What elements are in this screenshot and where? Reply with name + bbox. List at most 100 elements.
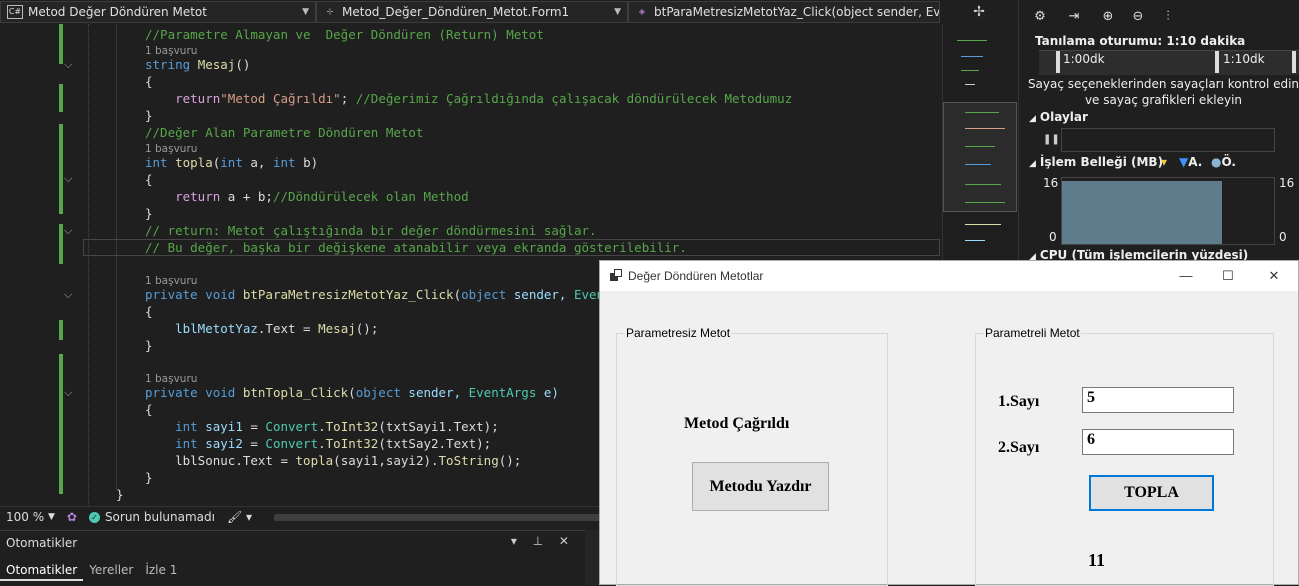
code-line: //Parametre Almayan ve Değer Döndüren (R… xyxy=(145,27,544,42)
memory-usage-area xyxy=(1062,181,1222,244)
class-dropdown[interactable]: ⊹ Metod_Değer_Döndüren_Metot.Form1 ▼ xyxy=(316,1,628,23)
zoom-in-icon[interactable]: ⊕ xyxy=(1099,9,1117,24)
app-window-title: Değer Döndüren Metotlar xyxy=(628,269,764,283)
close-button[interactable]: ✕ xyxy=(1254,265,1294,287)
change-marker xyxy=(59,84,63,112)
issues-indicator[interactable]: ✓ Sorun bulunamadı xyxy=(83,510,221,524)
indent-guide xyxy=(116,24,117,489)
fold-chevron-icon[interactable]: ⌵ xyxy=(64,288,72,302)
project-name: Metod Değer Döndüren Metot xyxy=(28,5,207,19)
class-name: Metod_Değer_Döndüren_Metot.Form1 xyxy=(342,5,570,19)
session-duration: Tanılama oturumu: 1:10 dakika xyxy=(1035,34,1246,48)
fold-chevron-icon[interactable]: ⌵ xyxy=(64,172,72,186)
code-line: // return: Metot çalıştığında bir değer … xyxy=(145,223,597,238)
adjacent-panel-edge xyxy=(585,530,600,585)
minimap-viewport[interactable] xyxy=(943,102,1017,212)
code-line: { xyxy=(145,402,153,417)
code-line: } xyxy=(145,470,153,485)
code-line: { xyxy=(145,74,153,89)
chevron-down-icon: ▼ xyxy=(614,7,621,17)
code-line: int sayi2 = Convert.ToInt32(txtSay2.Text… xyxy=(175,436,492,451)
timeline-label: 1:00dk xyxy=(1063,52,1105,66)
reference-count[interactable]: 1 başvuru xyxy=(145,373,197,385)
copilot-icon[interactable]: ✿ xyxy=(61,510,83,524)
code-line: } xyxy=(145,206,153,221)
code-line: } xyxy=(145,338,153,353)
events-section-header[interactable]: ◢ Olaylar xyxy=(1029,110,1088,124)
code-line: private void btParaMetresizMetotYaz_Clic… xyxy=(145,287,605,302)
fold-chevron-icon[interactable]: ⌵ xyxy=(64,386,72,400)
project-dropdown[interactable]: C# Metod Değer Döndüren Metot ▼ xyxy=(0,1,316,23)
groupbox-parameterized: Parametreli Metot xyxy=(975,326,1274,586)
events-track[interactable] xyxy=(1061,128,1275,152)
export-icon[interactable]: ⇥ xyxy=(1065,9,1083,24)
diagnostic-toolbar: ⚙ ⇥ ⊕ ⊖ ⫶ xyxy=(1019,0,1299,32)
panel-controls[interactable]: ▾ ⊥ ✕ xyxy=(511,534,575,548)
y-axis-min-left: 0 xyxy=(1049,230,1057,244)
code-line: int topla(int a, int b) xyxy=(145,155,319,170)
pause-icon[interactable]: ❚❚ xyxy=(1043,134,1060,145)
zoom-out-icon[interactable]: ⊖ xyxy=(1129,9,1147,24)
code-line: lblSonuc.Text = topla(sayi1,sayi2).ToStr… xyxy=(175,453,522,468)
result-label: Metod Çağrıldı xyxy=(684,415,790,432)
timeline-tick xyxy=(1215,51,1219,73)
split-editor-icon[interactable]: ✢ xyxy=(940,0,1018,24)
tab-locals[interactable]: Yereller xyxy=(83,561,139,581)
groupbox-label: Parametreli Metot xyxy=(984,326,1081,340)
write-method-button[interactable]: Metodu Yazdır xyxy=(692,462,829,511)
number2-input[interactable]: 6 xyxy=(1082,429,1234,455)
fold-chevron-icon[interactable]: ⌵ xyxy=(64,58,72,72)
app-window: Değer Döndüren Metotlar — ☐ ✕ Parametres… xyxy=(599,260,1299,586)
class-icon: ⊹ xyxy=(326,7,334,16)
autos-panel-title: Otomatikler xyxy=(6,536,78,550)
number1-input[interactable]: 5 xyxy=(1082,387,1234,413)
tab-autos[interactable]: Otomatikler xyxy=(0,561,84,581)
change-marker xyxy=(59,354,63,494)
cleanup-brush-icon[interactable]: 🖌︎ ▾ xyxy=(221,510,258,524)
memory-chart[interactable] xyxy=(1061,177,1275,245)
zoom-level[interactable]: 100 % ▼ xyxy=(0,510,61,524)
code-line: { xyxy=(145,304,153,319)
tab-watch-1[interactable]: İzle 1 xyxy=(139,561,183,581)
circle-marker-icon: ● xyxy=(1211,155,1222,169)
y-axis-max-right: 16 xyxy=(1279,176,1295,190)
minimize-button[interactable]: — xyxy=(1166,265,1206,287)
code-line: return"Metod Çağrıldı"; //Değerimiz Çağr… xyxy=(175,91,793,106)
legend-gc: ▾ xyxy=(1161,155,1167,169)
chart-settings-icon[interactable]: ⫶ xyxy=(1159,9,1177,24)
member-dropdown[interactable]: ◈ btParaMetresizMetotYaz_Click(object se… xyxy=(628,1,940,23)
timeline-tick xyxy=(1292,51,1296,73)
snapshot-marker-icon: ▼ xyxy=(1179,155,1189,169)
app-window-icon xyxy=(610,269,622,281)
session-timeline[interactable]: 1:00dk 1:10dk xyxy=(1039,50,1299,75)
csharp-project-icon: C# xyxy=(7,5,23,19)
change-marker xyxy=(59,320,63,340)
y-axis-max-left: 16 xyxy=(1043,176,1059,190)
change-marker xyxy=(59,124,63,214)
autos-panel: Otomatikler ▾ ⊥ ✕ Otomatikler Yereller İ… xyxy=(0,530,585,586)
memory-section-header[interactable]: ◢ İşlem Belleği (MB) xyxy=(1029,155,1163,169)
app-titlebar[interactable]: Değer Döndüren Metotlar — ☐ ✕ xyxy=(600,261,1298,291)
reference-count[interactable]: 1 başvuru xyxy=(145,275,197,287)
reference-count[interactable]: 1 başvuru xyxy=(145,45,197,57)
gc-marker-icon: ▾ xyxy=(1161,155,1168,169)
code-line: private void btnTopla_Click(object sende… xyxy=(145,385,559,400)
y-axis-min-right: 0 xyxy=(1279,230,1287,244)
groupbox-parameterless: Parametresiz Metot xyxy=(616,326,888,586)
counter-hint-text: Sayaç seçeneklerinden sayaçları kontrol … xyxy=(1027,77,1299,107)
gear-icon[interactable]: ⚙ xyxy=(1031,9,1049,24)
chevron-down-icon: ▼ xyxy=(47,512,55,522)
code-line: string Mesaj() xyxy=(145,57,251,72)
legend-private-bytes: ●Ö. xyxy=(1211,155,1236,169)
indent-guide xyxy=(88,24,89,506)
number1-label: 1.Sayı xyxy=(998,393,1040,410)
legend-snapshot: ▼A. xyxy=(1179,155,1203,169)
change-marker xyxy=(59,24,63,64)
add-button[interactable]: TOPLA xyxy=(1089,475,1214,511)
fold-chevron-icon[interactable]: ⌵ xyxy=(64,224,72,238)
code-line: return a + b;//Döndürülecek olan Method xyxy=(175,189,469,204)
expanded-triangle-icon: ◢ xyxy=(1029,114,1036,124)
maximize-button[interactable]: ☐ xyxy=(1208,265,1248,287)
check-circle-icon: ✓ xyxy=(88,511,100,523)
reference-count[interactable]: 1 başvuru xyxy=(145,143,197,155)
